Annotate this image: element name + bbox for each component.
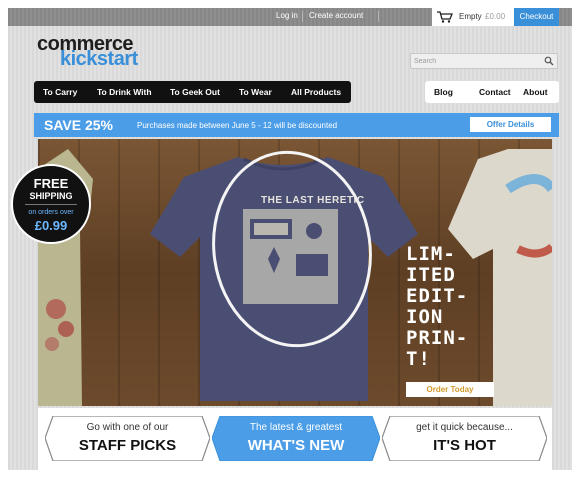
nav-contact[interactable]: Contact	[479, 87, 511, 97]
login-link[interactable]: Log in	[276, 11, 298, 20]
limited-line: T!	[406, 348, 431, 370]
staff-picks-button[interactable]: Go with one of our STAFF PICKS	[45, 416, 210, 461]
ribbon-small-text: The latest & greatest	[249, 422, 343, 433]
promo-banner: SAVE 25% Purchases made between June 5 -…	[34, 113, 559, 137]
page: Log in Create account Empty £0.00 Checko…	[8, 8, 572, 470]
limited-line: PRIN-	[406, 327, 469, 349]
logo-kickstart[interactable]: kickstart	[60, 48, 138, 71]
ribbon-big-text: IT'S HOT	[433, 437, 496, 454]
limited-line: ION	[406, 306, 444, 328]
shipping-free-label: FREE	[33, 176, 69, 191]
top-utility-bar: Log in Create account Empty £0.00 Checko…	[8, 8, 572, 26]
shipping-orders-over: on orders over	[28, 209, 74, 216]
cart-summary[interactable]: Empty £0.00	[432, 8, 516, 26]
divider	[378, 11, 379, 22]
limited-line: LIM-	[406, 243, 456, 265]
promo-text: Purchases made between June 5 - 12 will …	[137, 121, 338, 130]
shirt-print-text: THE LAST HERETIC	[261, 195, 365, 206]
its-hot-button[interactable]: get it quick because... IT'S HOT	[382, 416, 547, 461]
ribbon-big-text: STAFF PICKS	[78, 437, 177, 454]
nav-about[interactable]: About	[523, 87, 548, 97]
divider	[25, 204, 77, 205]
nav-all-products[interactable]: All Products	[291, 87, 341, 97]
nav-to-wear[interactable]: To Wear	[239, 87, 272, 97]
main-nav: To Carry To Drink With To Geek Out To We…	[34, 81, 351, 103]
search-box	[410, 53, 558, 69]
search-icon[interactable]	[544, 56, 554, 66]
shipping-label: SHIPPING	[29, 191, 73, 201]
limited-line: ITED	[406, 264, 456, 286]
limited-line: EDIT-	[406, 285, 469, 307]
nav-to-drink-with[interactable]: To Drink With	[97, 87, 152, 97]
checkout-button[interactable]: Checkout	[514, 8, 559, 26]
shipping-price: £0.99	[34, 218, 68, 233]
free-shipping-badge: FREE SHIPPING on orders over £0.99	[11, 164, 91, 244]
secondary-nav: Blog Contact About	[425, 81, 559, 103]
promo-headline: SAVE 25%	[44, 117, 113, 133]
nav-to-geek-out[interactable]: To Geek Out	[170, 87, 220, 97]
cart-status: Empty	[459, 12, 482, 21]
ribbon-small-text: get it quick because...	[416, 422, 513, 433]
create-account-link[interactable]: Create account	[309, 11, 363, 20]
limited-edition-text: LIM- ITED EDIT- ION PRIN- T!	[406, 244, 486, 370]
nav-blog[interactable]: Blog	[434, 87, 453, 97]
cart-total: £0.00	[485, 12, 506, 21]
order-today-button[interactable]: Order Today	[406, 382, 494, 397]
ribbon-small-text: Go with one of our	[86, 422, 169, 433]
offer-details-button[interactable]: Offer Details	[470, 117, 551, 132]
shopping-cart-icon	[437, 11, 453, 23]
feature-ribbons: Go with one of our STAFF PICKS The lates…	[38, 408, 552, 470]
search-input[interactable]	[414, 55, 540, 67]
ribbon-big-text: WHAT'S NEW	[247, 437, 345, 454]
whats-new-button[interactable]: The latest & greatest WHAT'S NEW	[212, 416, 380, 461]
divider	[302, 11, 303, 22]
nav-to-carry[interactable]: To Carry	[43, 87, 77, 97]
